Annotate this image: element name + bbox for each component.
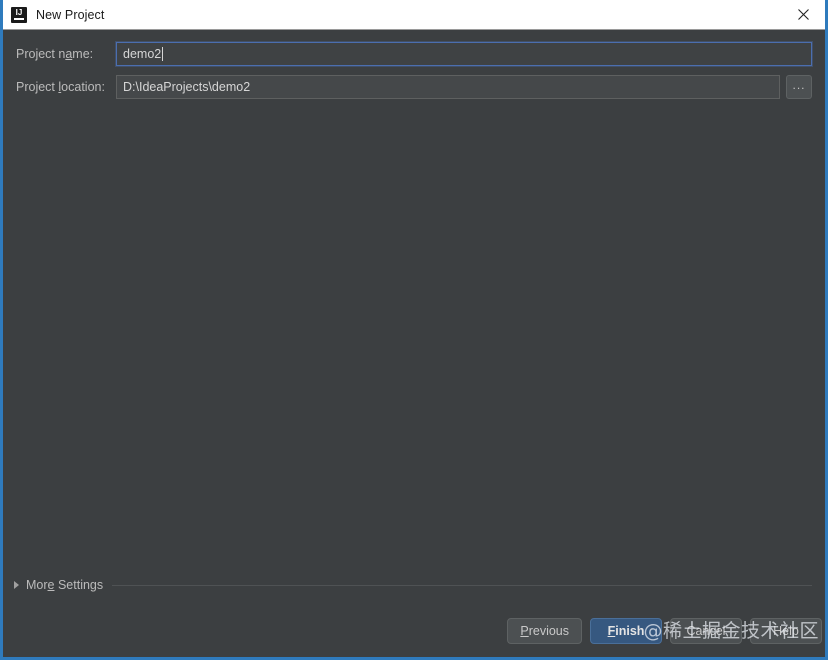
project-name-value: demo2 xyxy=(123,47,162,61)
project-location-row: Project location: D:\IdeaProjects\demo2 … xyxy=(16,75,812,99)
new-project-dialog: IJ New Project Project name: demo2 Proje… xyxy=(0,0,828,660)
previous-label-mnemonic: P xyxy=(520,624,529,638)
close-button[interactable] xyxy=(781,0,825,29)
text-caret xyxy=(162,47,164,61)
separator-line xyxy=(112,584,812,586)
chevron-right-icon xyxy=(14,581,19,589)
help-button[interactable]: Help xyxy=(750,618,822,644)
logo-letters: IJ xyxy=(15,7,23,17)
title-bar: IJ New Project xyxy=(3,0,825,30)
more-settings-row: More Settings xyxy=(3,575,825,595)
dialog-content: Project name: demo2 Project location: D:… xyxy=(3,30,825,657)
project-name-input[interactable]: demo2 xyxy=(116,42,812,66)
more-settings-label-part2: Settings xyxy=(54,578,104,592)
intellij-idea-logo-icon: IJ xyxy=(11,6,27,23)
finish-label-part2: inish xyxy=(615,624,645,638)
button-bar: Previous Finish Cancel Help @稀土掘金技术社区 xyxy=(3,615,825,657)
window-title: New Project xyxy=(36,7,105,22)
project-location-label: Project location: xyxy=(16,80,116,94)
project-location-input[interactable]: D:\IdeaProjects\demo2 xyxy=(116,75,780,99)
close-icon xyxy=(797,9,809,20)
finish-label-mnemonic: F xyxy=(607,624,616,638)
form-area: Project name: demo2 Project location: D:… xyxy=(3,30,825,108)
project-name-row: Project name: demo2 xyxy=(16,42,812,66)
project-location-label-part1: Project xyxy=(16,80,59,94)
project-location-label-part2: ocation: xyxy=(61,80,105,94)
empty-panel-area xyxy=(3,108,825,575)
more-settings-label-part1: Mor xyxy=(26,578,48,592)
project-name-label: Project name: xyxy=(16,47,116,61)
previous-button[interactable]: Previous xyxy=(507,618,582,644)
previous-label-part2: revious xyxy=(528,624,569,638)
cancel-button[interactable]: Cancel xyxy=(670,618,742,644)
browse-folder-button[interactable]: ... xyxy=(786,75,812,99)
project-location-value: D:\IdeaProjects\demo2 xyxy=(123,80,251,94)
logo-underline xyxy=(14,17,24,20)
ellipsis-icon: ... xyxy=(792,77,806,92)
project-name-label-part1: Project n xyxy=(16,47,66,61)
more-settings-toggle[interactable]: More Settings xyxy=(14,578,103,592)
project-name-label-part2: me: xyxy=(72,47,94,61)
finish-button[interactable]: Finish xyxy=(590,618,662,644)
more-settings-label: More Settings xyxy=(26,578,103,592)
